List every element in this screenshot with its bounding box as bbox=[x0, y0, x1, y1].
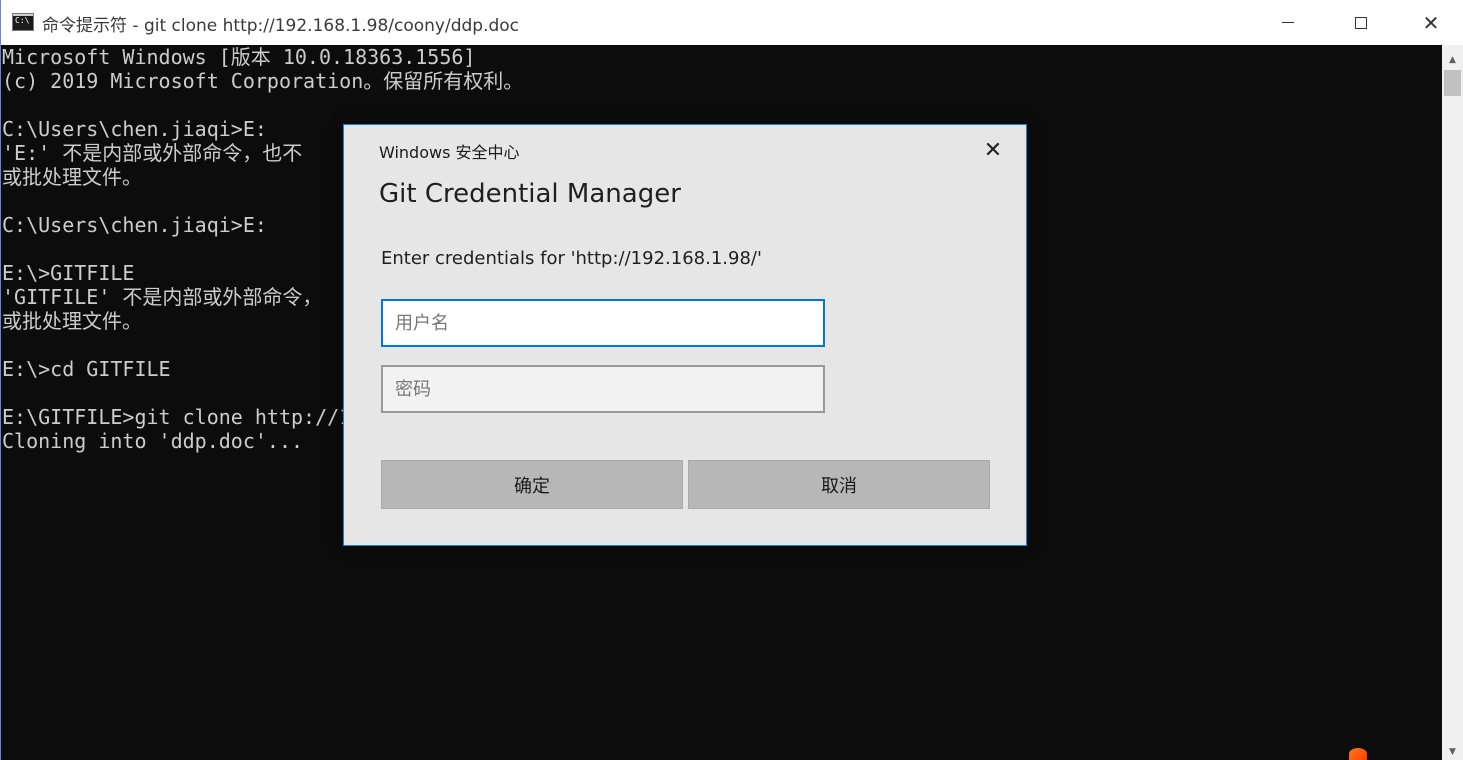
console-line: E:\GITFILE>git clone http://1 bbox=[2, 405, 352, 429]
cancel-button[interactable]: 取消 bbox=[688, 460, 990, 509]
console-line: 或批处理文件。 bbox=[2, 309, 142, 333]
credentials-prompt: Enter credentials for 'http://192.168.1.… bbox=[381, 248, 762, 269]
console-line: Microsoft Windows [版本 10.0.18363.1556] bbox=[2, 45, 476, 69]
title-bar[interactable]: C:\ 命令提示符 - git clone http://192.168.1.9… bbox=[1, 0, 1463, 45]
console-line: E:\>cd GITFILE bbox=[2, 357, 171, 381]
scroll-up-button[interactable]: ▲ bbox=[1442, 51, 1463, 68]
ok-button[interactable]: 确定 bbox=[381, 460, 683, 509]
username-input[interactable] bbox=[381, 299, 825, 347]
maximize-icon bbox=[1355, 16, 1367, 29]
console-line: E:\>GITFILE bbox=[2, 261, 135, 285]
console-line: (c) 2019 Microsoft Corporation。保留所有权利。 bbox=[2, 69, 524, 93]
dialog-title: Git Credential Manager bbox=[379, 179, 681, 209]
console-line: 'E:' 不是内部或外部命令，也不 bbox=[2, 141, 303, 165]
window-title: 命令提示符 - git clone http://192.168.1.98/co… bbox=[42, 16, 520, 36]
arrow-down-icon: ▼ bbox=[1449, 746, 1456, 757]
close-icon: ✕ bbox=[983, 137, 1003, 163]
maximize-button[interactable] bbox=[1326, 0, 1396, 45]
console-line: C:\Users\chen.jiaqi>E: bbox=[2, 213, 267, 237]
command-prompt-icon: C:\ bbox=[12, 13, 34, 31]
console-line: Cloning into 'ddp.doc'... bbox=[2, 429, 304, 453]
dialog-close-button[interactable]: ✕ bbox=[978, 135, 1008, 165]
close-window-button[interactable]: ✕ bbox=[1396, 0, 1463, 45]
minimize-icon bbox=[1282, 22, 1294, 23]
cmd-window: C:\ 命令提示符 - git clone http://192.168.1.9… bbox=[0, 0, 1463, 760]
console-line: 'GITFILE' 不是内部或外部命令， bbox=[2, 285, 323, 309]
close-icon: ✕ bbox=[1422, 10, 1440, 35]
console-line: C:\Users\chen.jiaqi>E: bbox=[2, 117, 267, 141]
console-line: 或批处理文件。 bbox=[2, 165, 142, 189]
credential-dialog: Windows 安全中心 ✕ Git Credential Manager En… bbox=[343, 124, 1027, 546]
arrow-up-icon: ▲ bbox=[1449, 54, 1456, 65]
scroll-down-button[interactable]: ▼ bbox=[1442, 743, 1463, 760]
minimize-button[interactable] bbox=[1253, 0, 1323, 45]
vertical-scrollbar[interactable]: ▲ ▼ bbox=[1442, 45, 1463, 760]
password-input[interactable] bbox=[381, 365, 825, 413]
scroll-thumb[interactable] bbox=[1444, 70, 1461, 96]
dialog-caption: Windows 安全中心 bbox=[379, 143, 520, 162]
background-flame-fragment bbox=[1349, 748, 1367, 760]
